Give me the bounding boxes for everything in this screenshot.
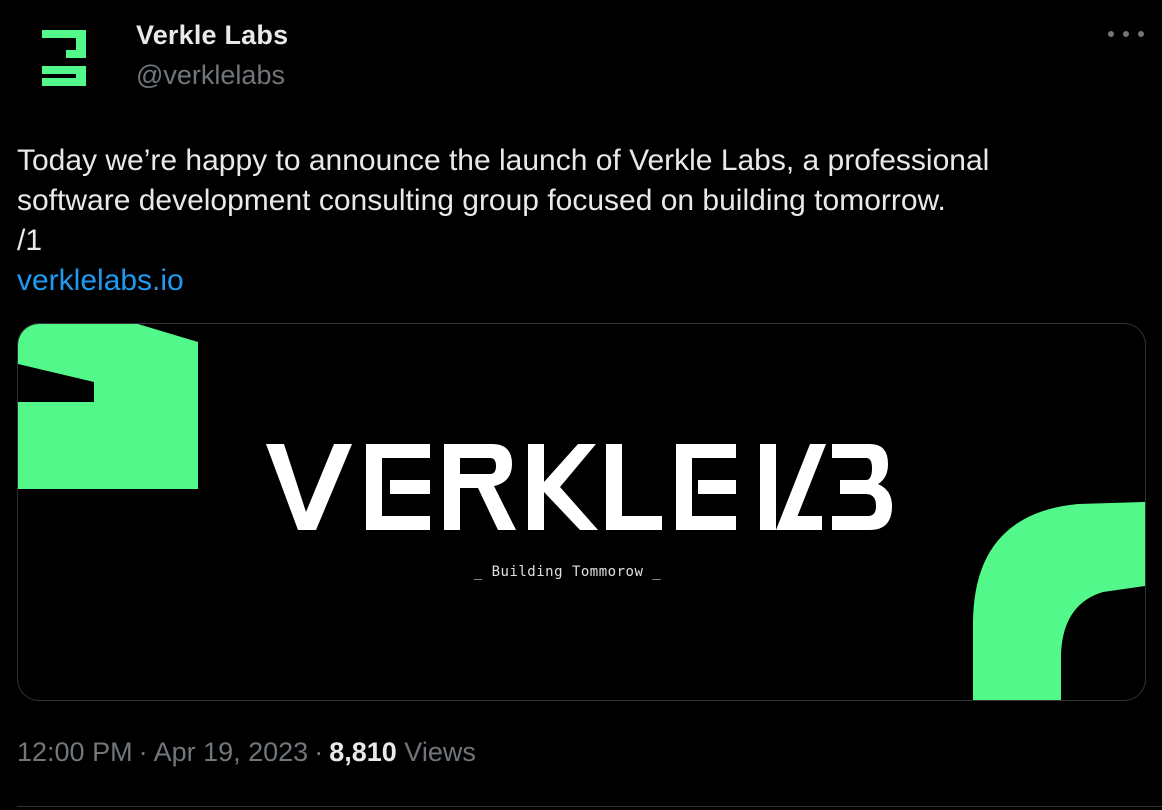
more-dots-icon bbox=[1123, 31, 1129, 37]
more-dots-icon bbox=[1138, 31, 1144, 37]
tweet-text-line: /1 bbox=[17, 224, 43, 257]
tweet-text-line: Today we’re happy to announce the launch… bbox=[17, 144, 990, 177]
views-label: Views bbox=[404, 737, 476, 767]
views-count: 8,810 bbox=[329, 737, 397, 767]
tweet-text: Today we’re happy to announce the launch… bbox=[17, 141, 1152, 301]
tweet-media-image[interactable]: _ Building Tommorow _ bbox=[17, 323, 1146, 701]
verkle-labs-wordmark-icon bbox=[266, 444, 892, 530]
media-tagline: _ Building Tommorow _ bbox=[473, 564, 662, 580]
tweet-meta: 12:00 PM · Apr 19, 2023 · 8,810 Views bbox=[17, 737, 476, 768]
more-options-button[interactable] bbox=[1108, 22, 1144, 46]
divider bbox=[17, 806, 1162, 807]
author-name[interactable]: Verkle Labs bbox=[136, 20, 288, 51]
verkle-logo-icon bbox=[42, 30, 86, 86]
tweet-date[interactable]: Apr 19, 2023 bbox=[154, 737, 309, 767]
tweet: Verkle Labs @verklelabs Today we’re happ… bbox=[0, 0, 1162, 810]
more-dots-icon bbox=[1108, 31, 1114, 37]
media-logo-wordmark bbox=[266, 432, 906, 542]
author-handle[interactable]: @verklelabs bbox=[136, 60, 285, 91]
meta-separator: · bbox=[314, 737, 324, 767]
tweet-link[interactable]: verklelabs.io bbox=[17, 264, 184, 297]
meta-separator: · bbox=[138, 737, 148, 767]
avatar[interactable] bbox=[26, 14, 106, 94]
tweet-time[interactable]: 12:00 PM bbox=[17, 737, 133, 767]
tweet-text-line: software development consulting group fo… bbox=[17, 184, 946, 217]
